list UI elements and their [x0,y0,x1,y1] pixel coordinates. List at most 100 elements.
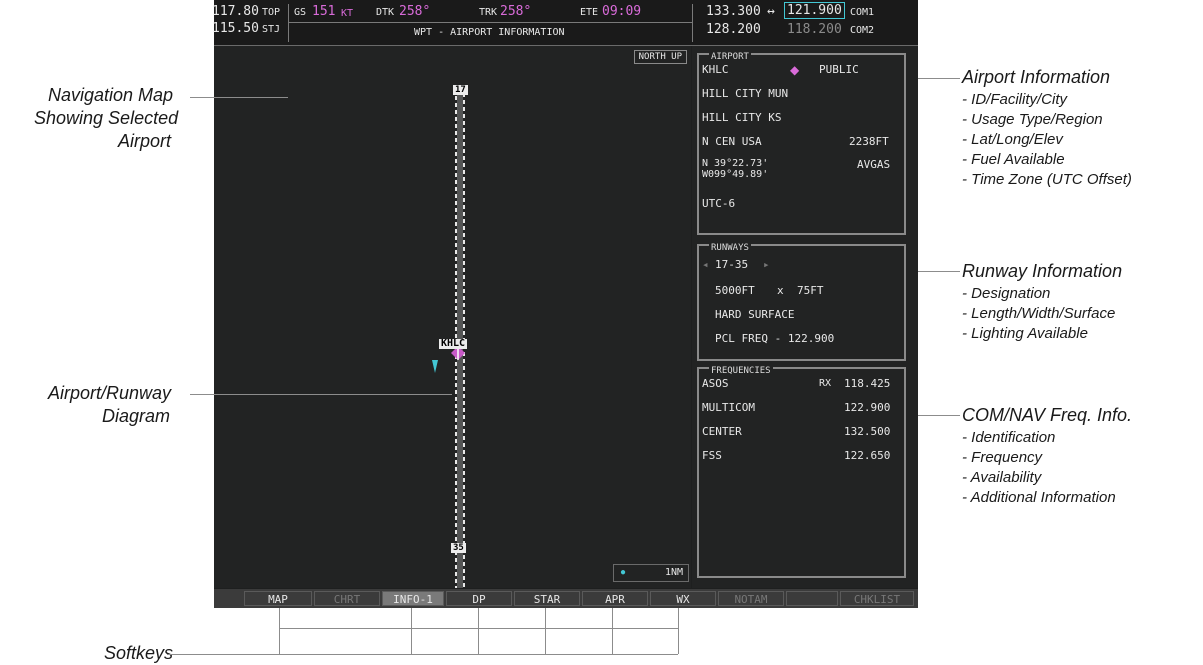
softkey-blank[interactable] [786,591,838,606]
gs-value: 151 [312,4,336,19]
airport-box-title: AIRPORT [709,52,751,62]
frequency-name: ASOS [702,377,729,390]
callout-airport-item: - ID/Facility/City [962,91,1067,108]
callout-line-airport [918,78,960,79]
nav1-ident: TOP [262,7,281,18]
frequency-name: FSS [702,449,722,462]
callout-line-softkeys [545,608,546,654]
nav2-frequency[interactable]: 115.50 [212,21,259,36]
runway-designation[interactable]: 17-35 [715,258,748,271]
softkey-wx[interactable]: WX [650,591,716,606]
com1-label: COM1 [850,7,875,18]
frequency-name: CENTER [702,425,742,438]
runways-box[interactable]: RUNWAYS ◂ 17-35 ▸ 5000FT x 75FT HARD SUR… [697,243,906,361]
dtk-value: 258° [399,4,431,19]
com2-label: COM2 [850,25,875,36]
softkey-info-1[interactable]: INFO-1 [382,591,444,606]
callout-runway-item: - Lighting Available [962,325,1088,342]
airport-usage: PUBLIC [819,63,859,76]
airport-id[interactable]: KHLC [702,63,729,76]
callout-line-softkeys [478,608,479,654]
trk-value: 258° [500,4,532,19]
softkey-dp[interactable]: DP [446,591,512,606]
callout-nav-map-line1: Navigation Map [48,85,174,105]
callout-runway-title: Runway Information [962,261,1123,281]
frequencies-box[interactable]: FREQUENCIES ASOS RX 118.425 MULTICOM 122… [697,366,906,578]
callout-freq-item: - Frequency [962,449,1043,466]
callout-airport-title: Airport Information [962,67,1111,87]
runway-surface: HARD SURFACE [715,308,795,321]
frequency-prefix: RX [819,378,832,389]
callout-nav-map-line3: Airport [118,131,172,151]
frequency-name: MULTICOM [702,401,755,414]
callout-line-nav-map [190,97,288,98]
nav2-ident: STJ [262,24,281,35]
callout-freq-item: - Additional Information [962,489,1116,506]
airport-latitude: N 39°22.73' [702,158,769,169]
runway-diagram [432,93,465,588]
callout-line-softkeys [612,608,613,654]
callout-airport-item: - Time Zone (UTC Offset) [962,171,1132,188]
gs-label: GS [294,7,307,18]
softkey-notam[interactable]: NOTAM [718,591,784,606]
callout-freq-item: - Availability [962,469,1042,486]
callout-diagram-line1: Airport/Runway [48,383,172,403]
softkey-apr[interactable]: APR [582,591,648,606]
callout-runway-item: - Designation [962,285,1051,302]
callout-diagram-line2: Diagram [102,406,171,426]
callout-line-softkeys [411,608,412,654]
callout-line-diagram [190,394,452,395]
callout-freq-item: - Identification [962,429,1056,446]
callout-runway-item: - Length/Width/Surface [962,305,1116,322]
runway-prev-icon[interactable]: ◂ [702,258,709,271]
ete-value: 09:09 [602,4,642,19]
ete-label: ETE [580,7,599,18]
com2-active-frequency[interactable]: 128.200 [706,22,761,37]
callout-line-softkeys [279,608,280,654]
top-status-bar: 117.80 115.50 TOP STJ GS 151 KT DTK 258°… [212,0,918,46]
airport-region: N CEN USA [702,135,762,148]
runway-next-icon[interactable]: ▸ [763,258,770,271]
runway-by: x [777,284,784,297]
airport-fuel: AVGAS [857,158,891,171]
airport-map-label: KHLC [439,338,468,349]
com2-standby-frequency[interactable]: 118.200 [787,22,842,37]
softkey-bar: MAP CHRT INFO-1 DP STAR APR WX NOTAM CHK… [214,589,918,608]
aircraft-icon [432,360,438,373]
frequency-value: 122.650 [844,449,891,462]
map-range-box[interactable]: ● 1NM [613,564,689,582]
callout-freq-title: COM/NAV Freq. Info. [962,405,1133,425]
softkey-checklist[interactable]: CHKLIST [840,591,914,606]
airport-city: HILL CITY KS [702,111,782,124]
runway-lighting: PCL FREQ - 122.900 [715,332,835,345]
runway-length: 5000FT [715,284,755,297]
callout-airport-item: - Usage Type/Region [962,111,1103,128]
com1-active-frequency[interactable]: 133.300 [706,4,761,19]
dtk-label: DTK [376,7,395,18]
frequency-value: 118.425 [844,377,891,390]
airport-elevation: 2238FT [849,135,889,148]
airport-box[interactable]: AIRPORT KHLC ◆ PUBLIC HILL CITY MUN HILL… [697,52,906,235]
frequencies-box-title: FREQUENCIES [709,366,773,376]
airport-symbol-icon: ◆ [790,63,800,77]
callout-softkeys: Softkeys [104,643,174,663]
callout-line-softkeys [167,654,678,655]
runway-17-label: 17 [453,85,468,95]
runway-width: 75FT [797,284,824,297]
page-title: WPT - AIRPORT INFORMATION [414,27,565,38]
callout-line-frequency [918,415,960,416]
callout-line-softkeys [678,608,679,654]
softkey-chart[interactable]: CHRT [314,591,380,606]
zoom-icon: ● [620,567,627,578]
com1-standby-frequency[interactable]: 121.900 [784,2,845,19]
callout-nav-map-line2: Showing Selected [34,108,179,128]
map-range: 1NM [664,567,683,578]
info-panel: AIRPORT KHLC ◆ PUBLIC HILL CITY MUN HILL… [692,46,918,588]
softkey-star[interactable]: STAR [514,591,580,606]
nav1-frequency[interactable]: 117.80 [212,4,259,19]
airport-longitude: W099°49.89' [702,169,769,180]
callout-airport-item: - Fuel Available [962,151,1065,168]
callout-line-runway [918,271,960,272]
com-swap-icon: ↔ [767,4,775,19]
softkey-map[interactable]: MAP [244,591,312,606]
